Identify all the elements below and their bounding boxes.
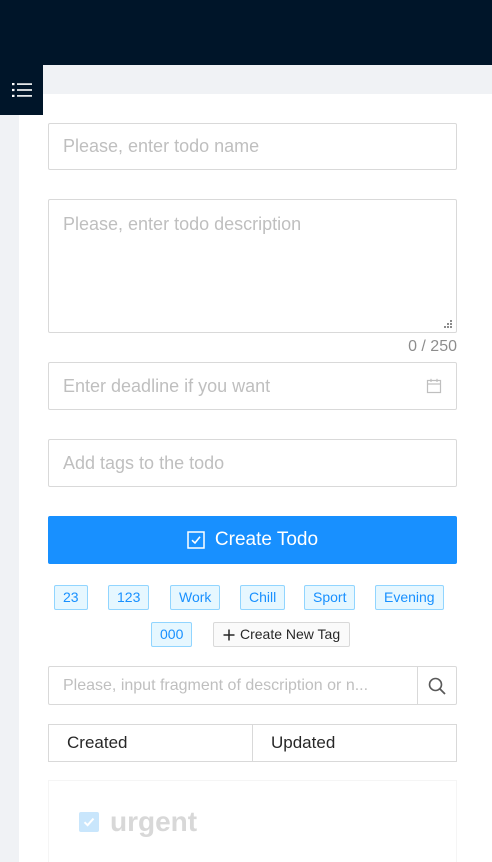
tag-chill[interactable]: Chill	[240, 585, 286, 610]
tag-123[interactable]: 123	[108, 585, 150, 610]
todo-description-placeholder: Please, enter todo description	[63, 214, 302, 234]
deadline-picker[interactable]: Enter deadline if you want	[48, 362, 457, 410]
todo-checkbox[interactable]	[79, 812, 99, 832]
todo-name-placeholder: Please, enter todo name	[63, 136, 260, 156]
menu-icon	[11, 83, 32, 97]
todo-description-textarea[interactable]: Please, enter todo description	[48, 199, 457, 333]
calendar-icon	[426, 378, 442, 394]
create-new-tag-button[interactable]: Create New Tag	[213, 622, 351, 647]
app-header	[0, 0, 492, 65]
tag-23[interactable]: 23	[54, 585, 88, 610]
search-placeholder: Please, input fragment of description or…	[63, 677, 369, 694]
check-square-icon	[187, 531, 205, 549]
tag-work[interactable]: Work	[170, 585, 221, 610]
resize-handle-icon[interactable]	[443, 319, 453, 329]
tag-000[interactable]: 000	[151, 622, 193, 647]
menu-toggle-button[interactable]	[0, 65, 43, 115]
sort-toggle-group: Created Updated	[48, 724, 457, 762]
todo-title: urgent	[110, 806, 198, 837]
create-new-tag-label: Create New Tag	[240, 626, 341, 642]
todo-name-input[interactable]: Please, enter todo name	[48, 123, 457, 170]
search-button[interactable]	[417, 666, 457, 705]
deadline-placeholder: Enter deadline if you want	[63, 376, 271, 396]
checkbox-icon	[83, 817, 95, 827]
sort-created-button[interactable]: Created	[48, 724, 253, 762]
search-icon	[428, 677, 446, 695]
tag-sport[interactable]: Sport	[304, 585, 356, 610]
tag-evening[interactable]: Evening	[375, 585, 444, 610]
plus-icon	[223, 629, 235, 640]
tags-placeholder: Add tags to the todo	[63, 453, 225, 473]
sort-updated-button[interactable]: Updated	[253, 724, 457, 762]
search-bar: Please, input fragment of description or…	[48, 666, 457, 705]
description-char-counter: 0 / 250	[408, 338, 457, 355]
create-todo-label: Create Todo	[214, 529, 319, 550]
create-todo-button[interactable]: Create Todo	[48, 516, 457, 564]
tags-select[interactable]: Add tags to the todo	[48, 439, 457, 487]
search-input[interactable]: Please, input fragment of description or…	[48, 666, 418, 705]
todo-card: urgent	[48, 780, 457, 862]
